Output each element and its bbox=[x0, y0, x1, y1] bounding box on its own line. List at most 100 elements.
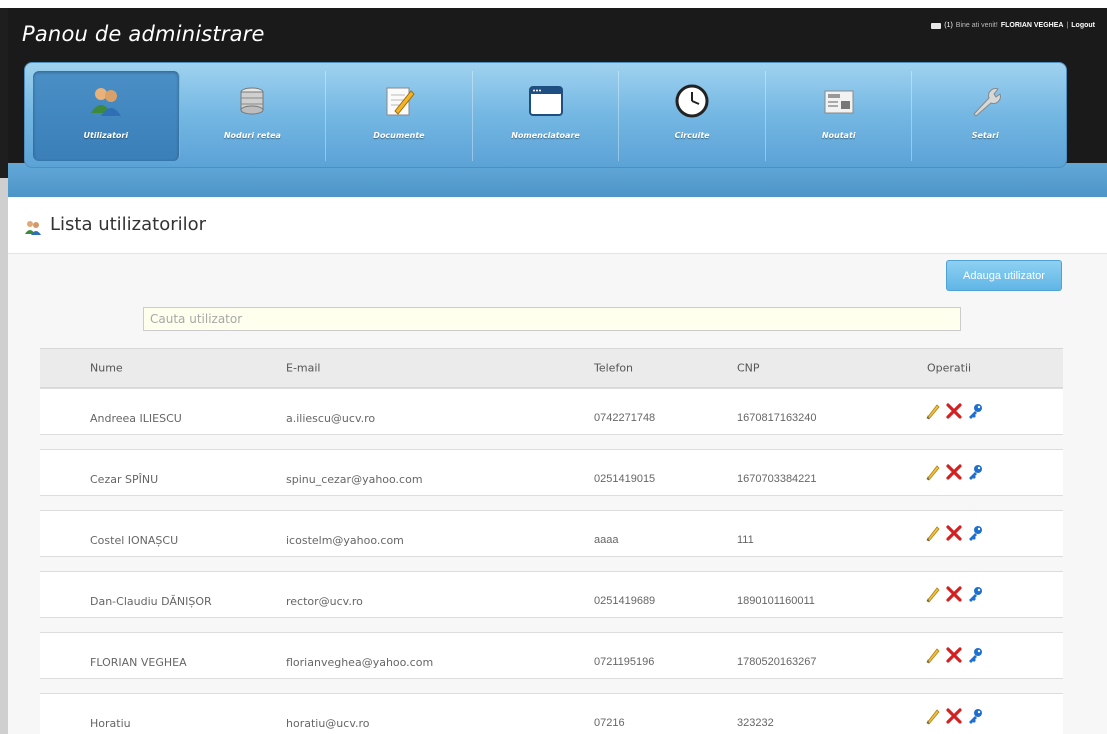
nav-item-utilizatori[interactable]: Utilizatori bbox=[33, 71, 180, 161]
key-icon[interactable] bbox=[966, 646, 984, 664]
delete-x-icon[interactable] bbox=[945, 646, 963, 664]
database-icon bbox=[240, 87, 264, 115]
edit-pencil-icon[interactable] bbox=[924, 463, 942, 481]
search-input[interactable] bbox=[143, 307, 961, 331]
row-operations bbox=[924, 707, 984, 725]
table-row: Cezar SPÎNU spinu_cezar@yahoo.com 02514190… bbox=[40, 449, 1063, 510]
nav-label: Documente bbox=[373, 131, 425, 140]
header-email: E-mail bbox=[286, 361, 321, 375]
admin-window: Panou de administrare (1) Bine ati venit… bbox=[0, 0, 1107, 734]
cell-email: spinu_cezar@yahoo.com bbox=[286, 473, 423, 486]
row-operations bbox=[924, 646, 984, 664]
current-user-name: FLORIAN VEGHEA bbox=[1000, 22, 1064, 29]
nav-item-noutati[interactable]: Noutati bbox=[766, 71, 913, 161]
key-icon[interactable] bbox=[966, 524, 984, 542]
main-nav: Utilizatori Noduri retea Documente Nomen… bbox=[24, 62, 1067, 168]
document-edit-icon bbox=[386, 87, 415, 116]
users-icon bbox=[25, 221, 41, 235]
cell-name: Andreea ILIESCU bbox=[90, 412, 182, 425]
header-name: Nume bbox=[90, 361, 123, 375]
cell-cnp: 1670817163240 bbox=[737, 412, 817, 424]
nav-label: Utilizatori bbox=[83, 131, 129, 140]
main-content: Lista utilizatorilor Adauga utilizator N… bbox=[8, 197, 1107, 734]
cell-email: a.iliescu@ucv.ro bbox=[286, 412, 376, 425]
table-header: Nume E-mail Telefon CNP Operatii bbox=[40, 348, 1063, 388]
edit-pencil-icon[interactable] bbox=[924, 585, 942, 603]
messages-icon[interactable] bbox=[931, 22, 942, 29]
delete-x-icon[interactable] bbox=[945, 463, 963, 481]
nav-item-documente[interactable]: Documente bbox=[326, 71, 473, 161]
add-user-button[interactable]: Adauga utilizator bbox=[946, 260, 1062, 291]
row-operations bbox=[924, 402, 984, 420]
nav-item-circuite[interactable]: Circuite bbox=[619, 71, 766, 161]
wrench-icon bbox=[973, 88, 1002, 117]
users-table: Nume E-mail Telefon CNP Operatii Andreea… bbox=[40, 348, 1063, 734]
header-cnp: CNP bbox=[737, 361, 760, 375]
cell-phone: 0721195196 bbox=[594, 656, 655, 668]
cell-phone: 0742271748 bbox=[594, 412, 656, 424]
row-operations bbox=[924, 585, 984, 603]
cell-name: Costel IONAȘCU bbox=[90, 534, 179, 547]
edit-pencil-icon[interactable] bbox=[924, 402, 942, 420]
nav-label: Noduri retea bbox=[223, 131, 281, 140]
table-row: Dan-Claudiu DĂNIȘOR rector@ucv.ro 02514196… bbox=[40, 571, 1063, 632]
nav-item-setari[interactable]: Setari bbox=[912, 71, 1058, 161]
nav-band bbox=[8, 163, 1107, 197]
cell-email: horatiu@ucv.ro bbox=[286, 717, 370, 730]
cell-phone: 07216 bbox=[594, 717, 625, 729]
users-icon bbox=[90, 88, 121, 116]
table-row: Andreea ILIESCU a.iliescu@ucv.ro 074227174… bbox=[40, 388, 1063, 449]
cell-phone: 0251419689 bbox=[594, 595, 656, 607]
edit-pencil-icon[interactable] bbox=[924, 646, 942, 664]
clock-icon bbox=[675, 84, 709, 118]
row-operations bbox=[924, 463, 984, 481]
edit-pencil-icon[interactable] bbox=[924, 524, 942, 542]
edit-pencil-icon[interactable] bbox=[924, 707, 942, 725]
nav-item-noduri-retea[interactable]: Noduri retea bbox=[180, 71, 327, 161]
nav-label: Setari bbox=[971, 131, 999, 140]
separator: | bbox=[1066, 22, 1069, 29]
delete-x-icon[interactable] bbox=[945, 707, 963, 725]
newspaper-icon bbox=[824, 90, 854, 114]
cell-cnp: 1890101160011 bbox=[737, 595, 815, 607]
cell-name: Horatiu bbox=[90, 717, 131, 730]
nav-item-nomenclatoare[interactable]: Nomenclatoare bbox=[473, 71, 620, 161]
row-operations bbox=[924, 524, 984, 542]
left-gutter bbox=[0, 8, 8, 734]
app-title: Panou de administrare bbox=[22, 22, 265, 46]
greeting-text: Bine ati venit! bbox=[955, 22, 998, 29]
cell-name: Cezar SPÎNU bbox=[90, 473, 159, 486]
delete-x-icon[interactable] bbox=[945, 524, 963, 542]
header-phone: Telefon bbox=[594, 361, 634, 375]
cell-cnp: 323232 bbox=[737, 717, 774, 729]
nav-label: Nomenclatoare bbox=[511, 131, 580, 140]
delete-x-icon[interactable] bbox=[945, 402, 963, 420]
logout-link[interactable]: Logout bbox=[1071, 22, 1095, 29]
users-panel: Adauga utilizator Nume E-mail Telefon CN… bbox=[8, 254, 1107, 734]
header-operations: Operatii bbox=[927, 361, 972, 375]
cell-cnp: 111 bbox=[737, 534, 754, 546]
window-icon bbox=[528, 86, 563, 116]
cell-email: florianveghea@yahoo.com bbox=[286, 656, 434, 669]
cell-name: Dan-Claudiu DĂNIȘOR bbox=[90, 595, 212, 608]
table-row: FLORIAN VEGHEA florianveghea@yahoo.com 072… bbox=[40, 632, 1063, 693]
top-margin bbox=[0, 0, 1107, 8]
key-icon[interactable] bbox=[966, 463, 984, 481]
key-icon[interactable] bbox=[966, 585, 984, 603]
cell-name: FLORIAN VEGHEA bbox=[90, 656, 187, 669]
delete-x-icon[interactable] bbox=[945, 585, 963, 603]
section-header: Lista utilizatorilor bbox=[8, 197, 1107, 254]
cell-cnp: 1780520163267 bbox=[737, 656, 817, 668]
table-row: Horatiu horatiu@ucv.ro 07216 323232 bbox=[40, 693, 1063, 734]
nav-label: Circuite bbox=[674, 131, 710, 140]
cell-cnp: 1670703384221 bbox=[737, 473, 817, 485]
cell-phone: 0251419015 bbox=[594, 473, 656, 485]
key-icon[interactable] bbox=[966, 402, 984, 420]
cell-email: rector@ucv.ro bbox=[286, 595, 363, 608]
nav-label: Noutati bbox=[821, 131, 856, 140]
cell-phone: aaaa bbox=[594, 534, 619, 546]
key-icon[interactable] bbox=[966, 707, 984, 725]
messages-count[interactable]: (1) bbox=[944, 22, 953, 29]
user-bar: (1) Bine ati venit! FLORIAN VEGHEA | Log… bbox=[931, 22, 1095, 29]
cell-email: icostelm@yahoo.com bbox=[286, 534, 404, 547]
